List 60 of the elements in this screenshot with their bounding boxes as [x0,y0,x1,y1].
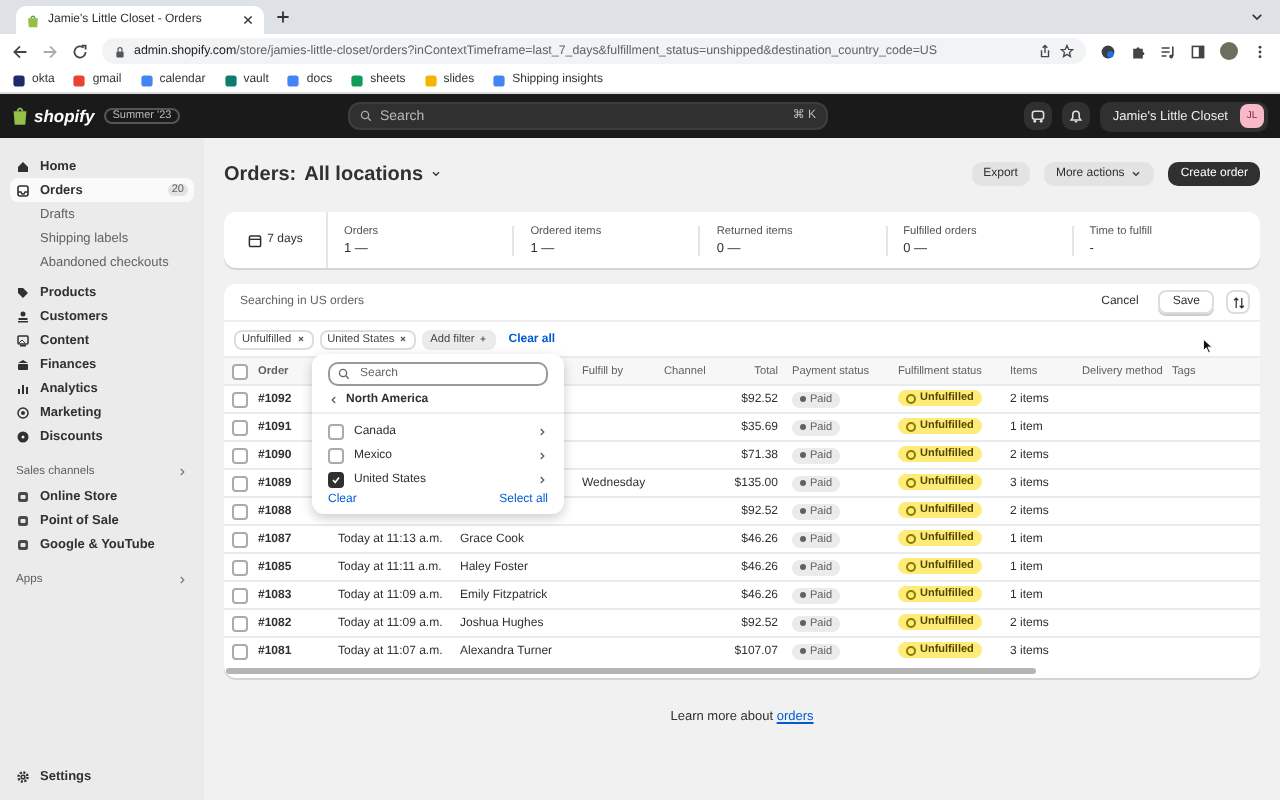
checkbox[interactable] [232,363,248,379]
checkbox[interactable] [328,472,344,488]
home-icon [16,159,30,173]
checkbox[interactable] [232,587,248,603]
image-icon [16,333,30,347]
bag-icon [26,13,40,27]
checkbox[interactable] [232,447,248,463]
search-icon [360,110,372,122]
share-icon[interactable] [1038,44,1052,58]
plus-icon [478,334,489,344]
notifications-button[interactable] [1062,102,1091,130]
caret-icon [1130,168,1143,180]
storefront-button[interactable] [1024,102,1053,130]
chevron-left-icon [328,394,340,406]
chevron-right-icon[interactable] [176,574,188,586]
bank-icon [16,357,30,371]
bar-chart-icon [16,381,30,395]
chevron-down-icon[interactable] [1250,10,1264,24]
person-icon [16,309,30,323]
sidebar-icon[interactable] [1190,43,1206,59]
star-icon[interactable] [1060,44,1074,58]
checkbox[interactable] [232,503,248,519]
checkbox[interactable] [232,531,248,547]
bag-icon [12,106,28,126]
checkbox[interactable] [232,643,248,659]
sort-icon [1231,295,1245,309]
close-icon [295,334,306,344]
profile-avatar[interactable] [1220,42,1238,60]
sort-button[interactable] [1226,290,1250,314]
target-icon [16,405,30,419]
close-icon[interactable] [242,14,254,26]
inbox-icon [16,183,30,197]
back-icon[interactable] [12,43,28,59]
search-icon [338,368,350,380]
plus-icon[interactable] [276,10,290,24]
checkbox[interactable] [232,615,248,631]
settings-icon [16,769,30,783]
scrollbar[interactable] [226,668,1036,674]
checkbox[interactable] [328,448,344,464]
location-selector[interactable]: All locations [304,163,442,185]
playlist-icon[interactable] [1160,43,1176,59]
checkbox[interactable] [328,424,344,440]
checkbox[interactable] [232,391,248,407]
bell-icon [1068,108,1085,124]
seal-icon [16,429,30,443]
puzzle-icon[interactable] [1130,43,1146,59]
checkbox[interactable] [232,419,248,435]
chevron-right-icon[interactable] [176,466,188,478]
car-icon [1030,108,1047,124]
caret-icon [429,168,442,180]
extension-icon[interactable] [1100,43,1116,59]
checkbox[interactable] [232,475,248,491]
lock-icon [114,45,126,57]
reload-icon[interactable] [72,43,88,59]
calendar-icon [247,233,262,247]
checkbox[interactable] [232,559,248,575]
tag-icon [16,285,30,299]
logo-text: shopify [34,106,95,126]
page-title: Orders: [224,163,297,185]
close-icon [398,334,409,344]
